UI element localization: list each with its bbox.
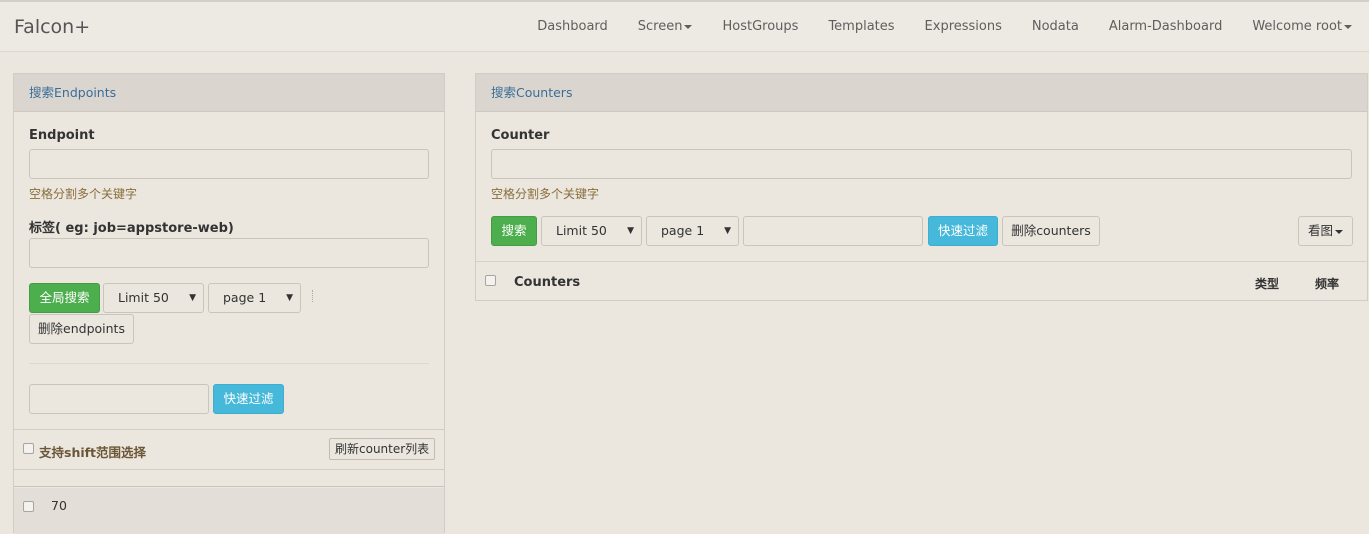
- shift-select-label: 支持shift范围选择: [39, 445, 147, 460]
- divider: [29, 363, 429, 364]
- chevron-down-icon: [1344, 24, 1352, 29]
- endpoints-limit-value: Limit 50: [118, 290, 169, 305]
- counters-limit-select[interactable]: Limit 50 ▼: [541, 216, 642, 246]
- view-graph-button[interactable]: 看图: [1298, 216, 1353, 246]
- endpoints-page-value: page 1: [223, 290, 267, 305]
- tags-input[interactable]: [29, 238, 429, 268]
- chevron-down-icon: [684, 24, 693, 29]
- endpoint-input[interactable]: [29, 149, 429, 179]
- counters-quick-filter-button[interactable]: 快速过滤: [928, 216, 998, 246]
- nav-hostgroups[interactable]: HostGroups: [707, 2, 813, 52]
- shift-select-checkbox[interactable]: [23, 443, 34, 454]
- counters-panel: 搜索Counters Counter 空格分割多个关键字 搜索 Limit 50…: [475, 73, 1368, 301]
- nav-screen[interactable]: Screen: [623, 2, 708, 52]
- divider: [14, 429, 444, 430]
- endpoints-quick-filter-input[interactable]: [29, 384, 209, 414]
- separator-dots: [312, 290, 314, 302]
- counter-help-text: 空格分割多个关键字: [491, 187, 600, 201]
- brand-logo[interactable]: Falcon+: [14, 16, 90, 38]
- search-all-button[interactable]: 全局搜索: [29, 283, 100, 313]
- delete-endpoints-button[interactable]: 删除endpoints: [29, 314, 134, 344]
- counters-page-select[interactable]: page 1 ▼: [646, 216, 739, 246]
- nav-user-menu[interactable]: Welcome root: [1237, 2, 1369, 52]
- nav-user-label: Welcome root: [1252, 19, 1342, 34]
- endpoints-page-select[interactable]: page 1 ▼: [208, 283, 301, 313]
- nav-screen-label: Screen: [637, 19, 683, 34]
- tags-label: 标签( eg: job=appstore-web): [29, 221, 234, 236]
- divider: [476, 261, 1367, 262]
- view-graph-label: 看图: [1307, 223, 1333, 238]
- delete-counters-button[interactable]: 删除counters: [1002, 216, 1100, 246]
- counters-column-header: Counters: [514, 275, 581, 290]
- endpoints-limit-select[interactable]: Limit 50 ▼: [103, 283, 204, 313]
- endpoint-row-checkbox[interactable]: [23, 501, 34, 512]
- nav-templates[interactable]: Templates: [813, 2, 909, 52]
- counters-quick-filter-input[interactable]: [743, 216, 923, 246]
- nav-dashboard[interactable]: Dashboard: [522, 2, 623, 52]
- chevron-down-icon: [1335, 229, 1343, 234]
- nav-expressions[interactable]: Expressions: [910, 2, 1017, 52]
- frequency-column-header: 频率: [1315, 277, 1340, 291]
- dropdown-arrow-icon: ▼: [724, 226, 731, 236]
- navbar: Falcon+ Dashboard Screen HostGroups Temp…: [0, 0, 1369, 52]
- endpoint-help-text: 空格分割多个关键字: [29, 187, 138, 201]
- counters-page-value: page 1: [661, 223, 705, 238]
- type-column-header: 类型: [1255, 277, 1280, 291]
- dropdown-arrow-icon: ▼: [627, 226, 634, 236]
- endpoints-panel-heading: 搜索Endpoints: [14, 74, 444, 112]
- refresh-counter-list-button[interactable]: 刷新counter列表: [329, 438, 436, 460]
- counter-label: Counter: [491, 128, 550, 143]
- list-item[interactable]: 70: [14, 488, 444, 534]
- endpoints-panel: 搜索Endpoints Endpoint 空格分割多个关键字 标签( eg: j…: [13, 73, 445, 534]
- counters-panel-heading: 搜索Counters: [476, 74, 1367, 112]
- dropdown-arrow-icon: ▼: [189, 293, 196, 303]
- endpoint-row-name: 70: [51, 498, 67, 513]
- counters-limit-value: Limit 50: [556, 223, 607, 238]
- dropdown-arrow-icon: ▼: [286, 293, 293, 303]
- nav-alarm-dashboard[interactable]: Alarm-Dashboard: [1094, 2, 1237, 52]
- nav-nodata[interactable]: Nodata: [1017, 2, 1094, 52]
- main-nav: Dashboard Screen HostGroups Templates Ex…: [522, 2, 1369, 52]
- counter-input[interactable]: [491, 149, 1352, 179]
- select-all-counters-checkbox[interactable]: [485, 275, 496, 286]
- endpoints-quick-filter-button[interactable]: 快速过滤: [213, 384, 284, 414]
- search-counters-button[interactable]: 搜索: [491, 216, 537, 246]
- endpoint-label: Endpoint: [29, 128, 95, 143]
- endpoint-list-header: [14, 469, 444, 487]
